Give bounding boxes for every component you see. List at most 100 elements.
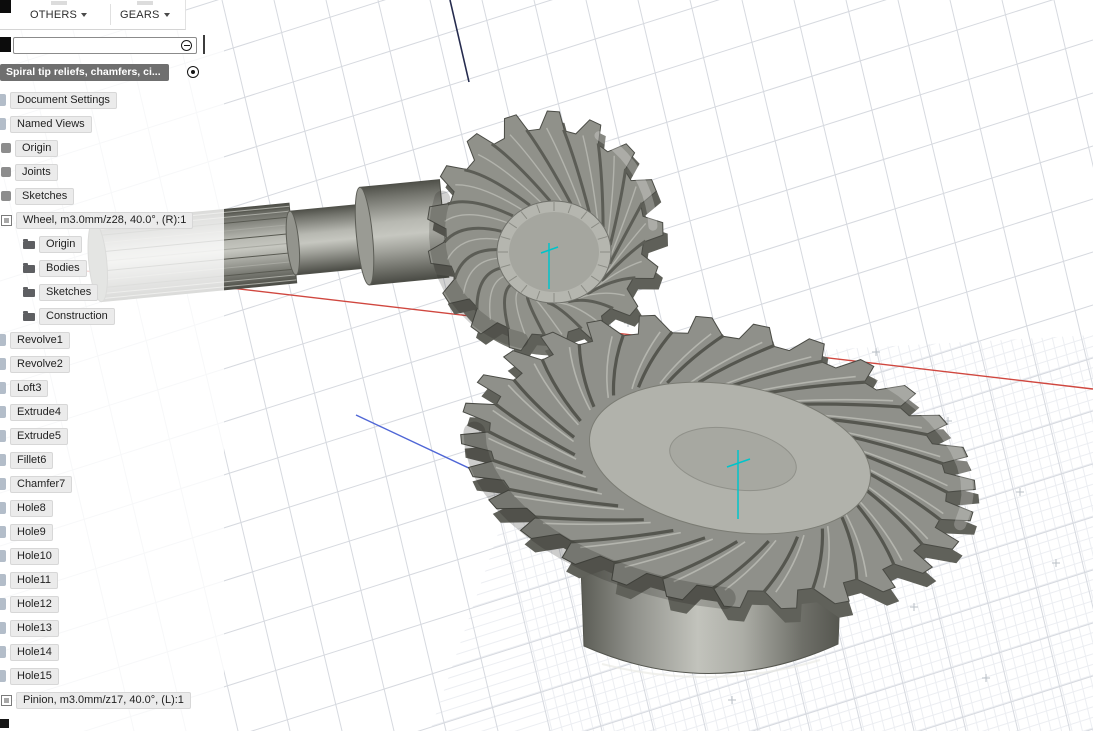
pinion-gear [427,110,668,364]
browser-search [13,37,197,56]
tree-item-named-views[interactable]: Named Views [0,112,224,136]
chevron-down-icon [163,13,170,17]
tree-item-label: Hole12 [10,595,59,613]
tree-item-label: Bodies [39,259,87,277]
tree-icon-clipped [0,719,9,728]
clipped-icon [0,382,6,394]
tree-item-label: Fillet6 [10,451,54,469]
tree-item-label: Named Views [10,115,92,133]
tree-item-label: Revolve2 [10,355,70,373]
tree-item-origin[interactable]: Origin [0,136,224,160]
browser-icon-clipped [0,37,11,52]
tree-item-label: Joints [15,163,58,181]
activate-radio-icon[interactable] [187,66,199,78]
text-caret [203,35,205,54]
clipped-icon [0,550,6,562]
tree-item-joints[interactable]: Joints [0,160,224,184]
tree-item-label: Hole9 [10,523,53,541]
clipped-icon [0,406,6,418]
toolbar-icon-sliver [50,1,67,5]
node-icon [1,167,11,177]
tree-item-chamfer7[interactable]: Chamfer7 [0,472,224,496]
clipped-icon [0,430,6,442]
document-title-label: Spiral tip reliefs, chamfers, ci... [6,66,161,78]
tree-item-hole11[interactable]: Hole11 [0,568,224,592]
tree-item-label: Hole11 [10,571,59,589]
toolbar-divider [110,4,111,25]
tree-item-label: Hole10 [10,547,59,565]
component-icon [1,214,12,226]
tree-item-sketches[interactable]: Sketches [0,280,224,304]
tree-item-label: Revolve1 [10,331,70,349]
clipped-icon [0,94,6,106]
z-axis-line [449,0,470,83]
node-icon [1,143,11,153]
tree-item-hole9[interactable]: Hole9 [0,520,224,544]
clipped-icon [0,574,6,586]
folder-icon [23,263,35,273]
tree-item-label: Sketches [15,187,75,205]
chevron-down-icon [81,13,88,17]
tree-item-label: Extrude5 [10,427,69,445]
tree-item-origin[interactable]: Origin [0,232,224,256]
tree-item-sketches[interactable]: Sketches [0,184,224,208]
tree-item-label: Pinion, m3.0mm/z17, 40.0°, (L):1 [16,691,191,709]
tree-item-label: Chamfer7 [10,475,73,493]
clipped-icon [0,526,6,538]
clipped-icon [0,646,6,658]
tree-item-label: Hole15 [10,667,59,685]
clipped-icon [0,454,6,466]
tree-item-construction[interactable]: Construction [0,304,224,328]
tree-item-hole8[interactable]: Hole8 [0,496,224,520]
tree-item-hole14[interactable]: Hole14 [0,640,224,664]
tree-item-label: Hole14 [10,643,59,661]
document-title[interactable]: Spiral tip reliefs, chamfers, ci... [0,64,169,81]
tree-item-loft3[interactable]: Loft3 [0,376,224,400]
folder-icon [23,287,35,297]
browser-tree: Document Settings Named Views Origin Joints… [0,88,224,712]
tree-item-revolve1[interactable]: Revolve1 [0,328,224,352]
tree-item-revolve2[interactable]: Revolve2 [0,352,224,376]
tree-item-document-settings[interactable]: Document Settings [0,88,224,112]
tree-item-bodies[interactable]: Bodies [0,256,224,280]
collapse-all-icon[interactable] [181,40,192,51]
tree-item-label: Document Settings [10,91,117,109]
tree-item-wheel-m3-0mm-z28-40-0-r-1[interactable]: Wheel, m3.0mm/z28, 40.0°, (R):1 [0,208,224,232]
tree-item-label: Extrude4 [10,403,69,421]
tree-item-extrude4[interactable]: Extrude4 [0,400,224,424]
tree-item-label: Construction [39,307,115,325]
tree-item-label: Origin [39,235,83,253]
tree-item-extrude5[interactable]: Extrude5 [0,424,224,448]
tree-item-fillet6[interactable]: Fillet6 [0,448,224,472]
tree-item-label: Wheel, m3.0mm/z28, 40.0°, (R):1 [16,211,194,229]
tree-item-hole10[interactable]: Hole10 [0,544,224,568]
toolbar-icon-sliver [136,1,153,5]
toolbar: OTHERS GEARS [0,0,186,30]
app-icon[interactable] [0,0,11,13]
menu-gears-label: GEARS [120,9,160,21]
tree-item-pinion-m3-0mm-z17-40-0-l-1[interactable]: Pinion, m3.0mm/z17, 40.0°, (L):1 [0,688,224,712]
toolbar-menu-others[interactable]: OTHERS [30,1,88,21]
tree-item-hole13[interactable]: Hole13 [0,616,224,640]
tree-item-label: Loft3 [10,379,49,397]
clipped-icon [0,358,6,370]
clipped-icon [0,118,6,130]
node-icon [1,191,11,201]
clipped-icon [0,670,6,682]
clipped-icon [0,622,6,634]
search-input[interactable] [14,40,196,56]
component-icon [1,694,12,706]
folder-icon [23,239,35,249]
clipped-icon [0,478,6,490]
folder-icon [23,311,35,321]
toolbar-menu-gears[interactable]: GEARS [120,1,170,21]
tree-item-hole15[interactable]: Hole15 [0,664,224,688]
menu-others-label: OTHERS [30,9,78,21]
tree-item-label: Hole8 [10,499,53,517]
tree-item-hole12[interactable]: Hole12 [0,592,224,616]
clipped-icon [0,334,6,346]
tree-item-label: Origin [15,139,59,157]
tree-item-label: Sketches [39,283,99,301]
clipped-icon [0,598,6,610]
tree-item-label: Hole13 [10,619,59,637]
